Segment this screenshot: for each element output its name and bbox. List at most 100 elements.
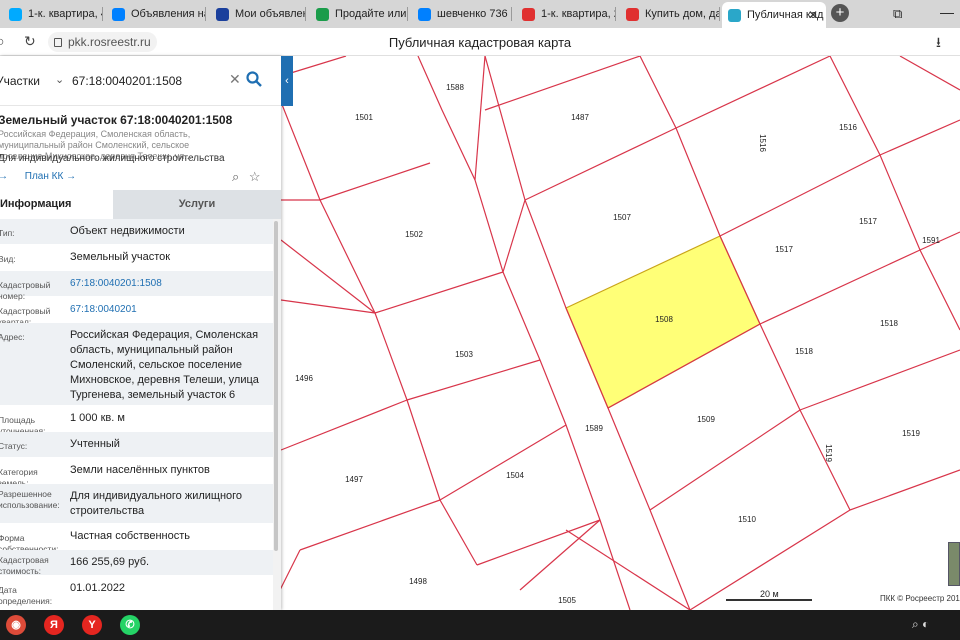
attribute-row: Кадастровая стоимость: 166 255,69 руб. [0,550,273,576]
url-text: pkk.rosreestr.ru [68,35,151,49]
parcel-boundary [299,499,441,551]
attribute-value[interactable]: 67:18:0040201:1508 [70,276,270,291]
minimize-icon[interactable]: — [940,4,954,20]
tab-services[interactable]: Услуги [113,190,281,219]
parcel-boundary [675,56,831,129]
parcel-number-label[interactable]: 1508 [655,315,673,324]
attribute-value: 01.01.2022 [70,582,126,594]
parcel-links: → План КК → [0,171,84,182]
attribute-row: Дата определения: 01.01.2022 [0,576,273,606]
browser-tab[interactable]: 1-к. квартира, 2 [516,3,616,25]
chevron-down-icon[interactable]: ⌄ [55,73,64,86]
layer-switch-thumbnail[interactable] [948,542,960,586]
browser-tab[interactable]: шевченко 736 [412,3,512,25]
tab-favicon-icon [626,7,639,21]
reload-icon[interactable]: ↻ [24,33,36,50]
parcel-number-label[interactable]: 1517 [775,245,793,254]
parcel-number-label[interactable]: 1501 [355,113,373,122]
close-tab-icon[interactable]: ✕ [808,8,818,22]
parcel-number-label[interactable]: 1589 [585,424,603,433]
parcel-number-label[interactable]: 1497 [345,475,363,484]
attribute-value: 1 000 кв. м [70,412,125,424]
browser-tab[interactable]: Купить дом, да [620,3,720,25]
tab-favicon-icon [316,7,329,21]
tab-title: Мои объявлен [235,8,306,20]
url-field[interactable]: pkk.rosreestr.ru [48,32,157,52]
map-copyright: ПКК © Росреестр 201 [880,594,960,603]
browser-tab[interactable]: Продайте или с [310,3,408,25]
system-tray-icons[interactable]: ⌕ ◐ [912,617,929,632]
parcel-link[interactable]: → [0,171,8,182]
parcel-boundary [519,519,601,591]
browser-tab[interactable]: Объявления на [106,3,206,25]
tab-search-icon[interactable]: ⧉ [893,6,902,22]
parcel-number-label[interactable]: 1516 [758,134,767,152]
parcel-number-label[interactable]: 1518 [880,319,898,328]
parcel-boundary [719,154,881,237]
plan-kk-link[interactable]: План КК → [25,171,76,182]
parcel-tools: ⌕ ☆ [232,169,261,185]
parcel-boundary [565,529,691,610]
tab-separator [407,7,408,21]
browser-tab[interactable]: Публичная кад ✕ [722,2,826,28]
parcel-number-label[interactable]: 1504 [506,471,524,480]
parcel-number-label[interactable]: 1502 [405,230,423,239]
yandex-icon[interactable]: Я [44,615,64,635]
search-input[interactable] [72,70,222,92]
parcel-boundary [829,56,960,331]
search-icon[interactable] [245,70,263,88]
address-bar: ○ ↻ pkk.rosreestr.ru Публичная кадастров… [0,28,960,56]
downloads-icon[interactable]: ⭳ [936,32,941,56]
parcel-number-label[interactable]: 1509 [697,415,715,424]
parcel-boundary [279,549,301,591]
parcel-number-label[interactable]: 1516 [839,123,857,132]
tab-separator [719,7,720,21]
yandex-browser-icon[interactable]: Y [82,615,102,635]
attribute-row: Вид: Земельный участок [0,245,273,271]
tab-favicon-icon [522,7,535,21]
parcel-number-label[interactable]: 1496 [295,374,313,383]
parcel-title: Земельный участок 67:18:0040201:1508 [0,113,233,127]
parcel-number-label[interactable]: 1518 [795,347,813,356]
new-tab-button[interactable]: + [831,4,849,22]
panel-scroll-thumb[interactable] [274,221,278,551]
back-icon[interactable]: ○ [0,33,4,49]
close-icon[interactable]: ✕ [229,71,241,88]
parcel-number-label[interactable]: 1498 [409,577,427,586]
parcel-number-label[interactable]: 1487 [571,113,589,122]
browser-tab[interactable]: 1-к. квартира, 4 [3,3,103,25]
collapse-panel-button[interactable]: ‹ [281,56,293,106]
parcel-boundary [319,162,431,201]
parcel-number-label[interactable]: 1517 [859,217,877,226]
attribute-table: Тип: Объект недвижимости Вид: Земельный уча… [0,219,273,606]
chrome-icon[interactable]: ◉ [6,615,26,635]
parcel-number-label[interactable]: 1507 [613,213,631,222]
parcel-boundary [799,349,960,411]
attribute-row: Кадастровый номер: 67:18:0040201:1508 [0,271,273,301]
parcel-number-label[interactable]: 1519 [902,429,920,438]
lock-icon [54,37,62,47]
category-select[interactable]: Участки [0,74,40,88]
tab-title: Объявления на [131,8,206,20]
tab-separator [615,7,616,21]
parcel-number-label[interactable]: 1591 [922,236,940,245]
parcel-boundary [759,249,921,325]
tab-favicon-icon [418,7,431,21]
parcel-number-label[interactable]: 1503 [455,350,473,359]
tab-information[interactable]: Информация [0,190,113,219]
whatsapp-icon[interactable]: ✆ [120,615,140,635]
attribute-label: Кадастровая стоимость: [0,555,49,576]
parcel-number-label[interactable]: 1505 [558,596,576,605]
attribute-row: Разрешенное использование: Для индивидуал… [0,484,273,524]
parcel-number-label[interactable]: 1519 [824,444,833,462]
star-icon[interactable]: ☆ [249,169,261,184]
attribute-value[interactable]: 67:18:0040201 [70,302,270,317]
parcel-number-label[interactable]: 1510 [738,515,756,524]
browser-tab[interactable]: Мои объявлен [210,3,306,25]
taskbar: ◉ Я Y ✆ ⌕ ◐ [0,610,960,640]
zoom-to-icon[interactable]: ⌕ [232,169,239,184]
parcel-number-label[interactable]: 1588 [446,83,464,92]
attribute-value: Для индивидуального жилищного строительс… [70,490,243,517]
attribute-row: Адрес: Российская Федерация, Смоленская о… [0,323,273,406]
attribute-label: Статус: [0,441,28,451]
